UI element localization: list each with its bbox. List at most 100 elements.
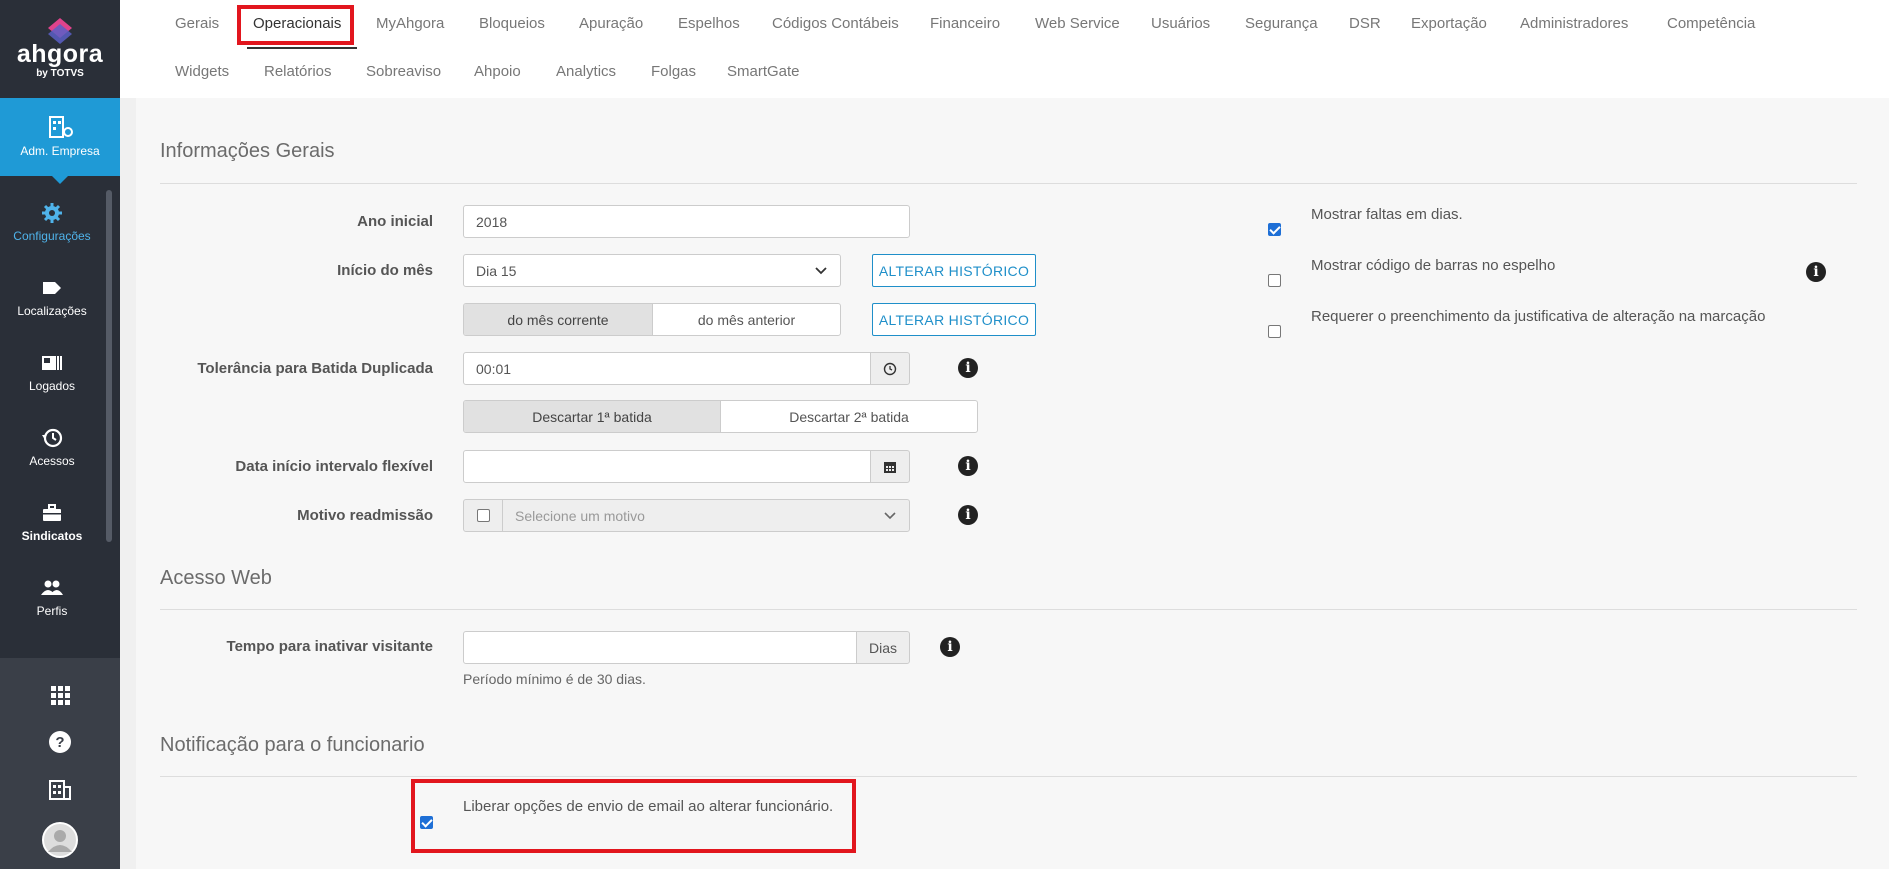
sidebar-bottom: ? (0, 658, 120, 869)
notificacao-highlight-box (411, 779, 856, 853)
tab-exportacao[interactable]: Exportação (1411, 15, 1487, 32)
building-gear-icon (49, 116, 73, 138)
section-notificacao: Notificação para o funcionario (160, 734, 425, 756)
check-justificativa-label: Requerer o preenchimento da justificativ… (1311, 308, 1766, 325)
alterar-historico-button-1[interactable]: ALTERAR HISTÓRICO (872, 254, 1036, 287)
info-icon-data-intervalo[interactable]: i (958, 456, 978, 476)
section-acesso-web: Acesso Web (160, 567, 272, 589)
chevron-down-icon (884, 511, 896, 519)
nav-logados[interactable]: Logados (0, 343, 104, 413)
nav-configuracoes[interactable]: Configurações (0, 193, 104, 263)
history-icon (42, 428, 63, 448)
settings-tabs: Gerais Operacionais MyAhgora Bloqueios A… (120, 0, 1889, 98)
check-faltas-dias-label: Mostrar faltas em dias. (1311, 206, 1463, 223)
data-intervalo-label: Data início intervalo flexível (235, 458, 433, 475)
chevron-down-icon (815, 266, 827, 274)
motivo-checkbox-wrap (463, 499, 503, 532)
check-codigo-barras[interactable] (1268, 274, 1281, 287)
nav-acessos-label: Acessos (29, 454, 75, 468)
tolerancia-input[interactable]: 00:01 (463, 352, 871, 385)
section-divider (160, 776, 1857, 777)
brand-name: ahgora (16, 40, 104, 68)
tab-dsr[interactable]: DSR (1349, 15, 1381, 32)
tab-sobreaviso[interactable]: Sobreaviso (366, 63, 441, 80)
check-codigo-barras-label: Mostrar código de barras no espelho (1311, 257, 1556, 274)
brand-logo[interactable]: ahgora by TOTVS (0, 0, 120, 98)
motivo-checkbox[interactable] (476, 509, 490, 522)
tab-codigos-contabeis[interactable]: Códigos Contábeis (772, 15, 899, 32)
help-icon[interactable]: ? (47, 729, 73, 755)
brand-by: by TOTVS (36, 68, 84, 79)
tempo-inativar-input[interactable] (463, 631, 857, 664)
active-caret (51, 175, 69, 184)
tab-folgas[interactable]: Folgas (651, 63, 696, 80)
tab-usuarios[interactable]: Usuários (1151, 15, 1210, 32)
tab-competencia[interactable]: Competência (1667, 15, 1755, 32)
ano-inicial-label: Ano inicial (357, 213, 433, 230)
svg-text:?: ? (55, 734, 64, 751)
tab-gerais[interactable]: Gerais (175, 15, 219, 32)
tab-highlight-box (237, 5, 354, 45)
info-icon-tolerancia[interactable]: i (958, 358, 978, 378)
section-divider (160, 183, 1857, 184)
nav-sindicatos[interactable]: Sindicatos (0, 493, 104, 563)
active-tab-underline (247, 47, 357, 49)
apps-grid-icon[interactable] (47, 682, 73, 708)
descartar-toggle: Descartar 1ª batida Descartar 2ª batida (463, 400, 978, 433)
tolerancia-label: Tolerância para Batida Duplicada (197, 360, 433, 377)
tab-apuracao[interactable]: Apuração (579, 15, 643, 32)
toggle-mes-anterior[interactable]: do mês anterior (652, 304, 840, 335)
calendar-button[interactable] (870, 450, 910, 483)
data-intervalo-input[interactable] (463, 450, 871, 483)
tab-bloqueios[interactable]: Bloqueios (479, 15, 545, 32)
nav-localizacoes-label: Localizações (17, 304, 87, 318)
nav-adm-empresa-label: Adm. Empresa (20, 144, 100, 158)
nav-localizacoes[interactable]: Localizações (0, 268, 104, 338)
info-icon-codigo-barras[interactable]: i (1806, 262, 1826, 282)
section-divider (160, 609, 1857, 610)
ano-inicial-input[interactable]: 2018 (463, 205, 910, 238)
tab-administradores[interactable]: Administradores (1520, 15, 1628, 32)
check-faltas-dias[interactable] (1268, 223, 1281, 236)
nav-perfis[interactable]: Perfis (0, 568, 104, 638)
section-informacoes-gerais: Informações Gerais (160, 140, 335, 162)
dias-addon: Dias (856, 631, 910, 664)
tab-myahgora[interactable]: MyAhgora (376, 15, 444, 32)
tab-analytics[interactable]: Analytics (556, 63, 616, 80)
motivo-select[interactable]: Selecione um motivo (502, 499, 910, 532)
tab-ahpoio[interactable]: Ahpoio (474, 63, 521, 80)
tab-financeiro[interactable]: Financeiro (930, 15, 1000, 32)
alterar-historico-button-2[interactable]: ALTERAR HISTÓRICO (872, 303, 1036, 336)
tab-seguranca[interactable]: Segurança (1245, 15, 1318, 32)
toggle-mes-corrente[interactable]: do mês corrente (464, 304, 652, 335)
nav-sindicatos-label: Sindicatos (21, 529, 83, 543)
nav-perfis-label: Perfis (36, 604, 68, 618)
avatar[interactable] (42, 822, 78, 858)
company-icon[interactable] (47, 776, 73, 802)
ano-inicial-value: 2018 (476, 213, 508, 230)
clock-button[interactable] (870, 352, 910, 385)
users-icon (41, 580, 63, 595)
sidebar-scrollbar[interactable] (106, 190, 112, 542)
check-justificativa[interactable] (1268, 325, 1281, 338)
tab-web-service[interactable]: Web Service (1035, 15, 1120, 32)
motivo-label: Motivo readmissão (297, 507, 433, 524)
nav-acessos[interactable]: Acessos (0, 418, 104, 488)
tab-smartgate[interactable]: SmartGate (727, 63, 800, 80)
info-icon-motivo[interactable]: i (958, 505, 978, 525)
tab-espelhos[interactable]: Espelhos (678, 15, 740, 32)
calendar-icon (884, 461, 896, 473)
info-icon-tempo-inativar[interactable]: i (940, 637, 960, 657)
tempo-inativar-label: Tempo para inativar visitante (226, 638, 433, 655)
tempo-inativar-help: Período mínimo é de 30 dias. (463, 671, 646, 687)
inicio-mes-select[interactable]: Dia 15 (463, 254, 841, 287)
tolerancia-value: 00:01 (476, 360, 512, 377)
toggle-descartar-1[interactable]: Descartar 1ª batida (464, 401, 720, 432)
tab-widgets[interactable]: Widgets (175, 63, 229, 80)
toggle-descartar-2[interactable]: Descartar 2ª batida (720, 401, 977, 432)
id-card-icon (42, 356, 62, 370)
nav-adm-empresa[interactable]: Adm. Empresa (0, 98, 120, 184)
tab-relatorios[interactable]: Relatórios (264, 63, 332, 80)
nav-configuracoes-label: Configurações (13, 229, 91, 243)
nav-logados-label: Logados (28, 379, 76, 393)
